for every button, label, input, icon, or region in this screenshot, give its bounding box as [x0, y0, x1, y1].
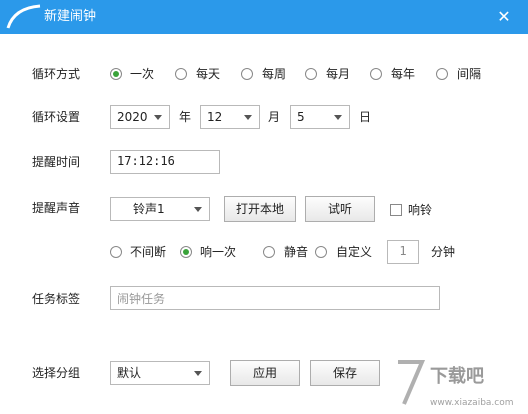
group-select[interactable]: 默认: [110, 361, 210, 385]
chevron-down-icon: [194, 371, 202, 376]
ring-label: 响铃: [408, 203, 433, 217]
nonstop-radio[interactable]: [110, 246, 122, 258]
month-select[interactable]: 12: [200, 105, 260, 129]
loop-yearly-radio[interactable]: [370, 68, 382, 80]
nonstop-label: 不间断: [130, 245, 167, 259]
save-button[interactable]: 保存: [310, 360, 380, 386]
custom-minutes-input[interactable]: 1: [387, 240, 419, 264]
watermark-logo: [398, 360, 426, 405]
watermark-site: www.xiazaiba.com: [430, 398, 514, 408]
ring-checkbox[interactable]: [390, 204, 402, 216]
loop-weekly-label: 每周: [262, 67, 287, 81]
loop-once-radio[interactable]: [110, 68, 122, 80]
year-select[interactable]: 2020: [110, 105, 170, 129]
ring-once-radio[interactable]: [180, 246, 192, 258]
test-listen-button[interactable]: 试听: [305, 196, 375, 222]
year-unit: 年: [179, 110, 192, 124]
app-logo-icon: [6, 4, 41, 29]
loop-mode-label: 循环方式: [32, 67, 81, 81]
custom-minutes-unit: 分钟: [431, 245, 456, 259]
open-local-button[interactable]: 打开本地: [224, 196, 296, 222]
remind-time-input[interactable]: 17:12:16: [110, 150, 220, 174]
loop-monthly-radio[interactable]: [305, 68, 317, 80]
loop-interval-radio[interactable]: [436, 68, 448, 80]
close-button[interactable]: ✕: [493, 6, 515, 28]
custom-label: 自定义: [336, 245, 373, 259]
remind-time-label: 提醒时间: [32, 155, 81, 169]
loop-monthly-label: 每月: [326, 67, 351, 81]
watermark-text: 下载吧: [430, 366, 484, 387]
loop-yearly-label: 每年: [391, 67, 416, 81]
task-tag-label: 任务标签: [32, 292, 81, 306]
loop-daily-radio[interactable]: [175, 68, 187, 80]
loop-daily-label: 每天: [196, 67, 221, 81]
day-unit: 日: [359, 110, 372, 124]
loop-once-label: 一次: [130, 67, 155, 81]
sound-select[interactable]: 铃声1: [110, 197, 210, 221]
chevron-down-icon: [334, 115, 342, 120]
mute-radio[interactable]: [263, 246, 275, 258]
remind-sound-label: 提醒声音: [32, 201, 81, 215]
chevron-down-icon: [194, 207, 202, 212]
custom-radio[interactable]: [315, 246, 327, 258]
loop-weekly-radio[interactable]: [241, 68, 253, 80]
loop-interval-label: 间隔: [457, 67, 482, 81]
window-title: 新建闹钟: [44, 9, 97, 24]
sound-value: 铃声1: [133, 202, 165, 216]
day-value: 5: [297, 110, 305, 124]
group-value: 默认: [117, 366, 142, 380]
mute-label: 静音: [284, 245, 309, 259]
loop-setting-label: 循环设置: [32, 110, 81, 124]
chevron-down-icon: [154, 115, 162, 120]
month-unit: 月: [268, 110, 281, 124]
ring-once-label: 响一次: [200, 245, 237, 259]
chevron-down-icon: [244, 115, 252, 120]
group-label: 选择分组: [32, 366, 81, 380]
month-value: 12: [207, 110, 223, 124]
year-value: 2020: [117, 110, 148, 124]
apply-button[interactable]: 应用: [230, 360, 300, 386]
day-select[interactable]: 5: [290, 105, 350, 129]
task-tag-input[interactable]: 闹钟任务: [110, 286, 440, 310]
